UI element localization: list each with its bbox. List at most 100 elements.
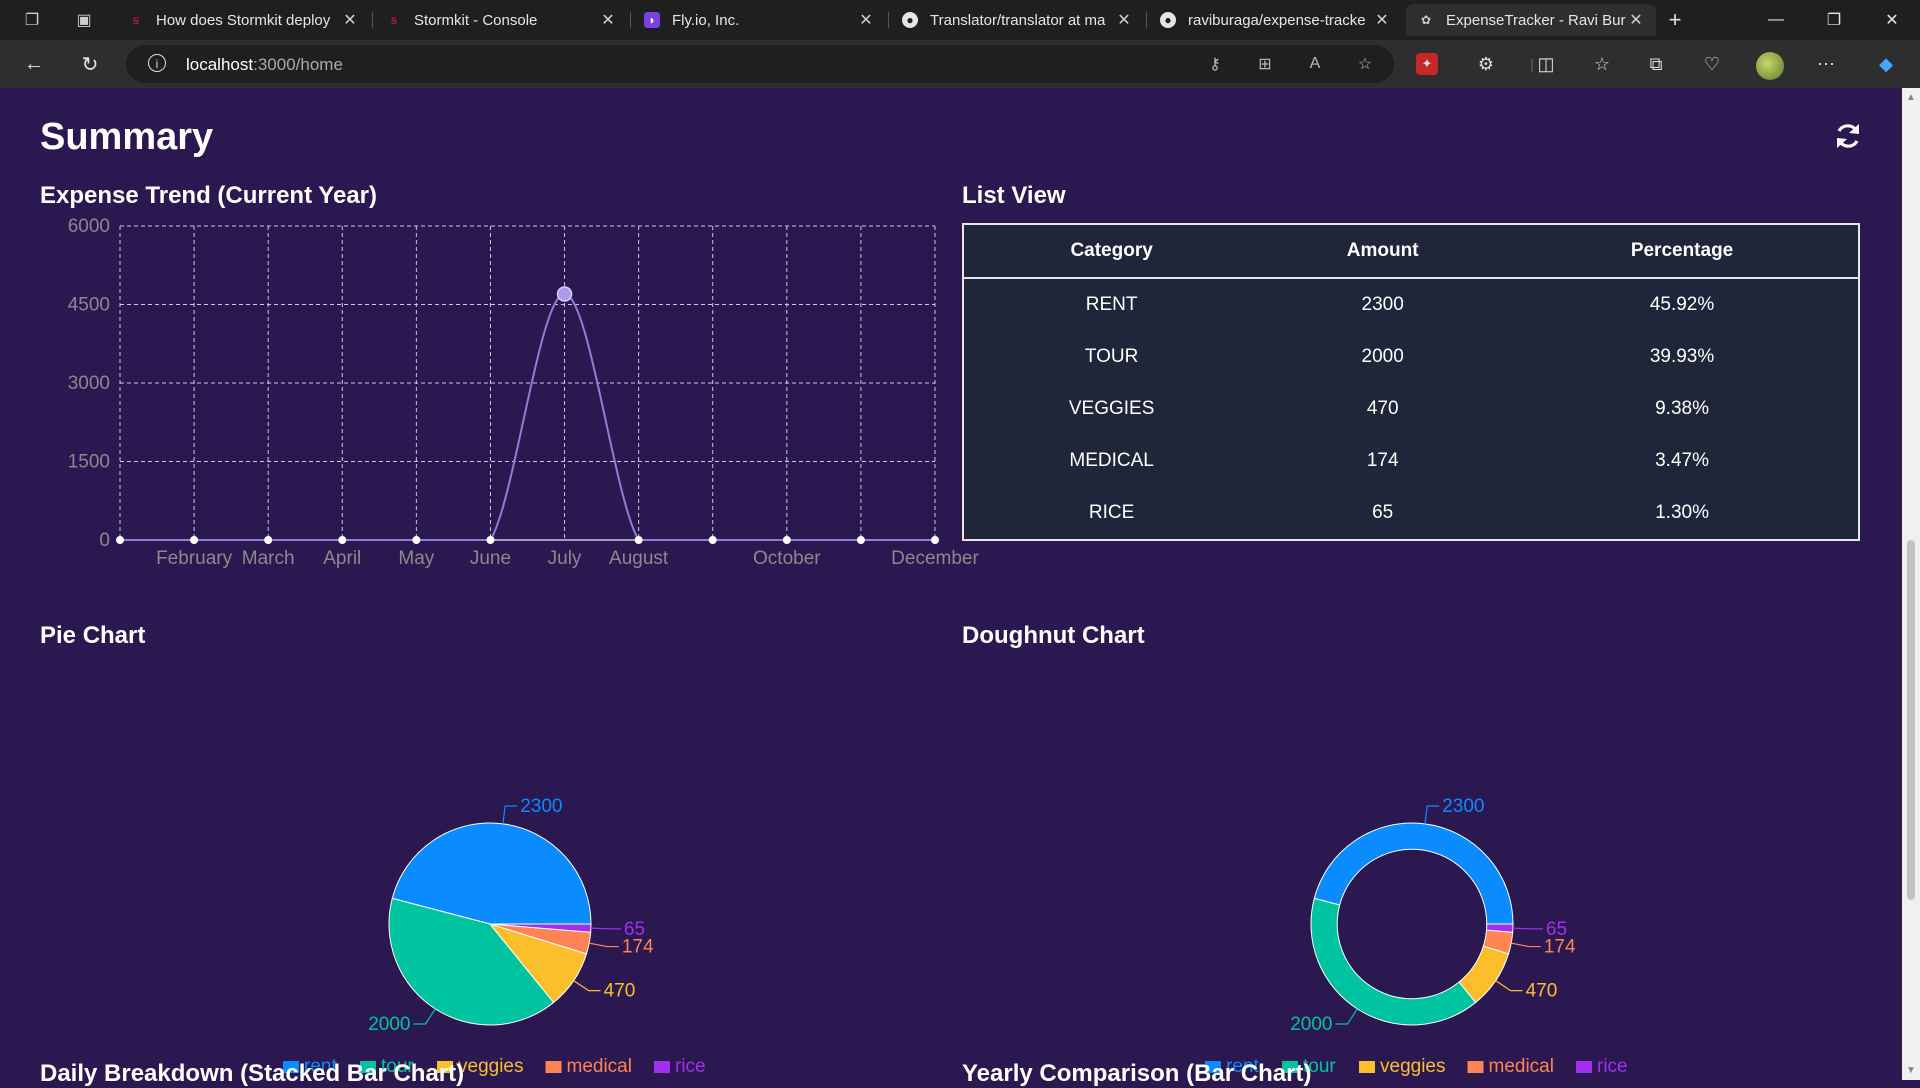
browser-tab-bar: ❐ ▣ ꞩ How does Stormkit deploy ✕ ꞩ Storm… <box>0 0 1920 40</box>
profile-avatar[interactable] <box>1756 52 1784 80</box>
browser-tab[interactable]: ꞩ How does Stormkit deploy ✕ <box>116 4 370 36</box>
split-screen-icon[interactable]: ◫ <box>1532 50 1560 78</box>
table-cell: 1.30% <box>1655 502 1709 523</box>
browser-tab[interactable]: ● Translator/translator at ma ✕ <box>890 4 1144 36</box>
legend-swatch <box>1359 1061 1375 1073</box>
back-icon[interactable]: ← <box>20 50 48 78</box>
label-leader-line <box>1512 927 1543 930</box>
doughnut-chart: 2300200047017465rent tour veggies medical ri… <box>1205 796 1628 1077</box>
data-label: 470 <box>604 981 636 1002</box>
data-point <box>556 286 573 302</box>
browser-tab-active[interactable]: ✿ ExpenseTracker - Ravi Bura ✕ <box>1406 4 1656 36</box>
data-label: 470 <box>1526 981 1558 1002</box>
close-tab-icon[interactable]: ✕ <box>1372 10 1392 30</box>
legend-label: veggies <box>458 1056 524 1077</box>
legend-swatch <box>1467 1061 1484 1073</box>
pie-slice <box>1310 897 1477 1026</box>
flyio-icon: ◗ <box>644 12 660 28</box>
table-cell: 2000 <box>1361 346 1404 367</box>
table-cell: TOUR <box>1084 346 1139 367</box>
table-row: RENT 2300 45.92% <box>963 278 1859 331</box>
site-info-icon[interactable]: i <box>148 54 166 72</box>
reload-icon[interactable]: ↻ <box>76 50 104 78</box>
read-aloud-icon[interactable]: A <box>1304 53 1326 75</box>
data-label: 65 <box>1546 919 1567 940</box>
close-tab-icon[interactable]: ✕ <box>1626 10 1646 30</box>
close-tab-icon[interactable]: ✕ <box>598 10 618 30</box>
key-icon[interactable]: ⚷ <box>1204 53 1226 75</box>
data-point <box>634 536 643 544</box>
scroll-thumb[interactable] <box>1907 540 1915 900</box>
table-cell: 174 <box>1366 450 1399 471</box>
x-tick-label: July <box>548 548 582 569</box>
close-tab-icon[interactable]: ✕ <box>856 10 876 30</box>
browser-tab[interactable]: ꞩ Stormkit - Console ✕ <box>374 4 628 36</box>
close-tab-icon[interactable]: ✕ <box>1114 10 1134 30</box>
favorites-icon[interactable]: ☆ <box>1588 50 1616 78</box>
y-tick-label: 4500 <box>68 295 110 316</box>
doughnut-chart-title: Doughnut Chart <box>962 622 1145 649</box>
page-content: Summary Expense Trend (Current Year) Lis… <box>0 88 1902 1087</box>
tab-title: How does Stormkit deploy <box>156 11 331 29</box>
table-cell: 3.47% <box>1655 450 1709 471</box>
close-window-icon[interactable]: ✕ <box>1864 0 1920 40</box>
column-header-category: Category <box>963 224 1260 279</box>
browser-tab[interactable]: ◗ Fly.io, Inc. ✕ <box>632 4 886 36</box>
list-view-table: Category Amount Percentage RENT 2300 45.… <box>962 223 1860 541</box>
expensetracker-icon: ✿ <box>1420 13 1432 27</box>
stormkit-icon: ꞩ <box>132 13 140 27</box>
more-menu-icon[interactable]: ⋯ <box>1812 50 1840 78</box>
browser-essentials-icon[interactable]: ♡ <box>1698 50 1726 78</box>
url-text[interactable]: localhost:3000/home <box>186 55 343 75</box>
data-point <box>931 536 939 544</box>
stormkit-icon: ꞩ <box>390 13 398 27</box>
scroll-down-arrow[interactable]: ▼ <box>1906 1065 1916 1076</box>
y-tick-label: 1500 <box>68 452 110 473</box>
tab-title: Translator/translator at ma <box>930 11 1106 29</box>
github-icon: ● <box>902 12 918 28</box>
browser-tab[interactable]: ● raviburaga/expense-tracke ✕ <box>1148 4 1402 36</box>
table-row: VEGGIES 470 9.38% <box>963 383 1859 435</box>
data-point <box>116 536 124 544</box>
data-label: 65 <box>624 919 645 940</box>
extensions-icon[interactable]: ⚙ <box>1472 50 1500 78</box>
new-tab-button[interactable]: + <box>1660 6 1690 34</box>
extension-icon[interactable]: ✦ <box>1416 53 1438 75</box>
table-row: TOUR 2000 39.93% <box>963 331 1859 383</box>
label-leader-line <box>1335 1008 1358 1025</box>
tab-actions-icon[interactable]: ▣ <box>72 8 96 32</box>
close-tab-icon[interactable]: ✕ <box>340 10 360 30</box>
tab-title: raviburaga/expense-tracke <box>1188 11 1366 29</box>
data-label: 2000 <box>1290 1014 1332 1035</box>
favorite-star-icon[interactable]: ☆ <box>1354 53 1376 75</box>
table-cell: 65 <box>1372 502 1394 523</box>
tab-title: Stormkit - Console <box>414 11 538 29</box>
daily-breakdown-title: Daily Breakdown (Stacked Bar Chart) <box>40 1060 465 1087</box>
legend-swatch <box>545 1061 562 1073</box>
scroll-up-arrow[interactable]: ▲ <box>1906 92 1916 103</box>
collections-icon[interactable]: ⧉ <box>1642 50 1670 78</box>
label-leader-line <box>589 942 619 948</box>
app-available-icon[interactable]: ⊞ <box>1254 53 1276 75</box>
tab-title: Fly.io, Inc. <box>672 11 740 29</box>
minimize-icon[interactable]: — <box>1748 0 1804 40</box>
refresh-icon[interactable] <box>1832 120 1864 152</box>
label-leader-line <box>573 980 601 992</box>
copilot-icon[interactable]: ◆ <box>1872 50 1900 78</box>
y-tick-label: 6000 <box>68 216 110 237</box>
legend-label: rice <box>1597 1056 1628 1077</box>
table-cell: MEDICAL <box>1069 450 1154 471</box>
column-header-amount: Amount <box>1259 224 1507 279</box>
address-bar[interactable]: i localhost:3000/home ⚷ ⊞ A ☆ <box>126 45 1394 83</box>
workspaces-icon[interactable]: ❐ <box>20 8 44 32</box>
label-leader-line <box>1424 805 1440 824</box>
data-point <box>486 536 495 544</box>
restore-icon[interactable]: ❐ <box>1806 0 1862 40</box>
label-leader-line <box>1495 980 1523 992</box>
page-scrollbar[interactable]: ▲ ▼ <box>1902 88 1920 1080</box>
table-cell: 470 <box>1366 398 1399 419</box>
table-header-row: Category Amount Percentage <box>963 224 1859 279</box>
legend-label: rice <box>675 1056 706 1077</box>
page-title: Summary <box>40 116 214 158</box>
pie-slice <box>1313 822 1514 925</box>
